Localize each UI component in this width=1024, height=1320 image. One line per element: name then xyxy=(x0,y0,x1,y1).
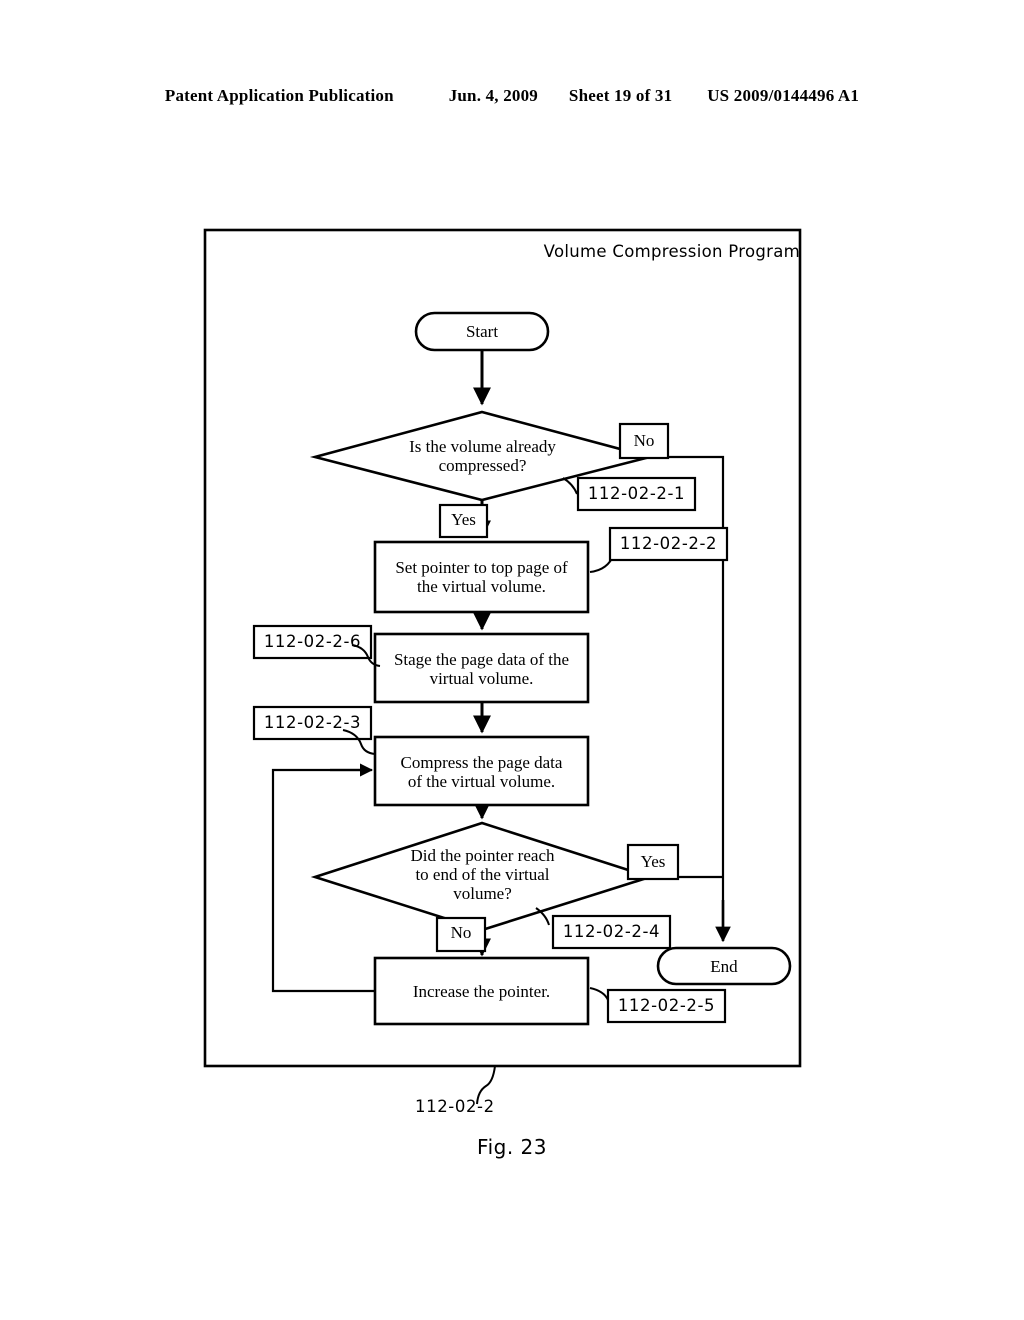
decision-pointer-end-label: Did the pointer reach to end of the virt… xyxy=(410,846,555,904)
figure-caption: Fig. 23 xyxy=(477,1135,547,1159)
branch-label-yes-1: Yes xyxy=(451,510,476,529)
branch-label-no-2: No xyxy=(450,923,472,942)
start-label: Start xyxy=(465,322,499,341)
ref-label-112-02-2-2: 112-02-2-2 xyxy=(619,534,718,553)
end-label: End xyxy=(710,957,738,976)
program-title: Volume Compression Program xyxy=(543,242,800,261)
process-stage-label: Stage the page data of the virtual volum… xyxy=(393,650,570,689)
ref-label-112-02-2-3: 112-02-2-3 xyxy=(263,713,362,732)
ref-label-112-02-2-5: 112-02-2-5 xyxy=(617,996,716,1015)
ref-label-112-02-2-4: 112-02-2-4 xyxy=(562,922,661,941)
process-compress-label: Compress the page data of the virtual vo… xyxy=(400,753,563,792)
figure-23: Volume Compression Program Start Is the … xyxy=(0,0,1024,1320)
branch-label-no-1: No xyxy=(633,431,655,450)
decision-volume-compressed-label: Is the volume already compressed? xyxy=(409,437,556,476)
branch-label-yes-2: Yes xyxy=(640,852,666,871)
ref-label-112-02-2: 112-02-2 xyxy=(415,1097,495,1116)
process-increase-pointer-label: Increase the pointer. xyxy=(412,982,551,1001)
process-set-pointer-label: Set pointer to top page of the virtual v… xyxy=(395,558,568,597)
ref-label-112-02-2-1: 112-02-2-1 xyxy=(587,484,686,503)
ref-label-112-02-2-6: 112-02-2-6 xyxy=(263,632,362,651)
